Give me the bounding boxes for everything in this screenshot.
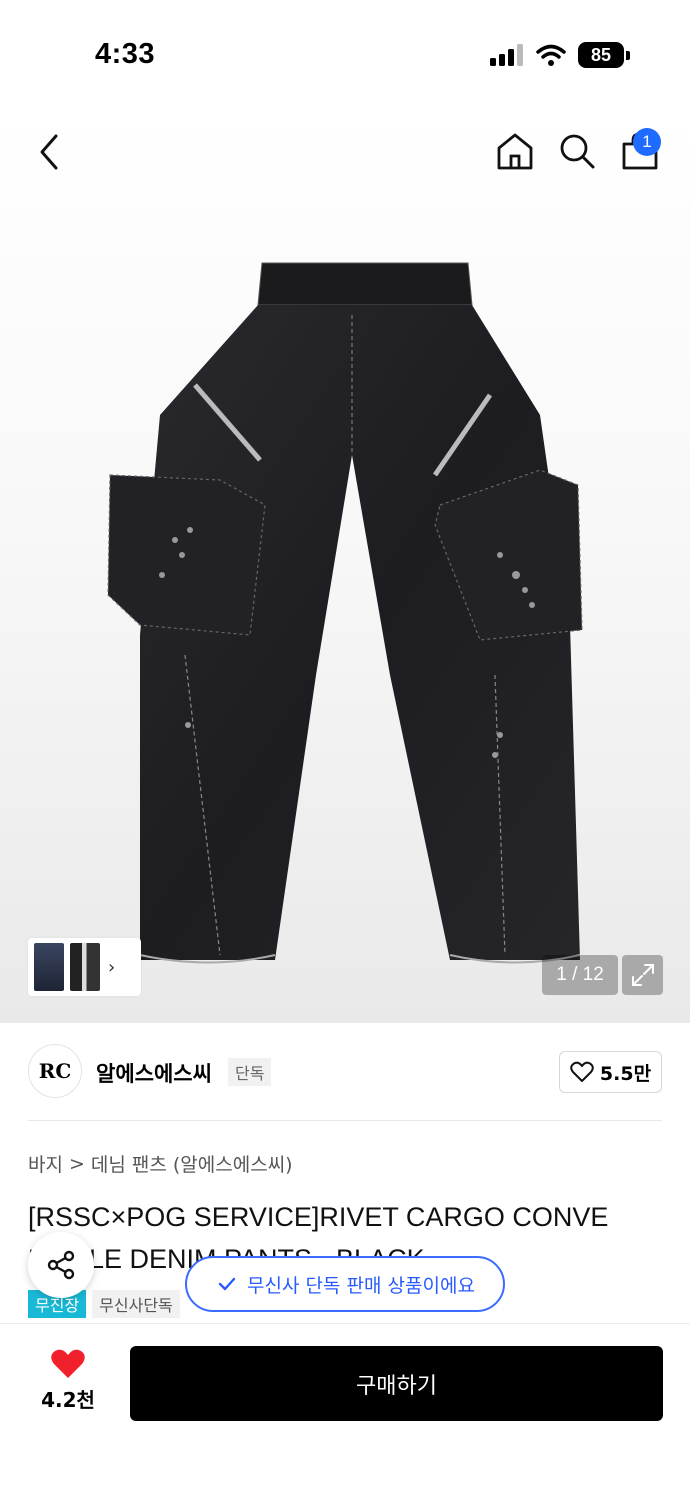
divider [28,1120,662,1121]
chevron-right-icon[interactable]: › [108,957,115,978]
breadcrumb-subcategory[interactable]: 데님 팬츠 (알에스에스씨) [91,1150,293,1177]
breadcrumb-separator: > [68,1152,85,1175]
cart-badge: 1 [633,128,661,156]
tag-musinsa-exclusive: 무신사단독 [92,1290,180,1318]
thumbnail-image[interactable] [34,943,64,991]
wish-count: 4.2천 [41,1388,95,1412]
thumbnail-image[interactable] [70,943,100,991]
share-button[interactable] [28,1232,94,1298]
status-icons: 85 [490,42,630,68]
wifi-icon [536,44,566,66]
home-icon[interactable] [494,130,536,172]
expand-button[interactable] [622,955,663,995]
product-title-line1: [RSSC×POG SERVICE]RIVET CARGO CONVE [28,1202,609,1232]
brand-like-count: 5.5만 [599,1062,652,1085]
buy-button[interactable]: 구매하기 [130,1346,663,1421]
expand-icon [631,964,654,986]
page-indicator: 1 / 12 [542,955,618,995]
thumbnail-strip[interactable]: › [28,938,141,996]
status-bar: 4:33 85 [0,0,690,110]
exclusive-toast: 무신사 단독 판매 상품이에요 [185,1256,505,1312]
brand-like-button[interactable]: 5.5만 [559,1051,662,1093]
signal-icon [490,44,523,66]
brand-name[interactable]: 알에스에스씨 [96,1058,212,1088]
back-icon[interactable] [30,130,70,174]
search-icon[interactable] [556,130,598,172]
wish-button[interactable]: 4.2천 [28,1348,108,1418]
brand-exclusive-tag: 단독 [228,1058,272,1086]
heart-filled-icon [51,1349,85,1378]
heart-outline-icon [570,1061,594,1082]
share-icon [47,1250,75,1280]
brand-logo[interactable]: RC [28,1044,82,1098]
status-time: 4:33 [95,38,156,70]
battery-indicator: 85 [578,42,624,68]
breadcrumb: 바지 > 데님 팬츠 (알에스에스씨) [28,1150,293,1177]
product-image [107,262,583,964]
brand-row[interactable]: RC 알에스에스씨 단독 5.5만 [28,1044,662,1100]
check-circle-icon [218,1277,236,1291]
breadcrumb-category[interactable]: 바지 [28,1150,63,1177]
toast-text: 무신사 단독 판매 상품이에요 [247,1274,475,1297]
